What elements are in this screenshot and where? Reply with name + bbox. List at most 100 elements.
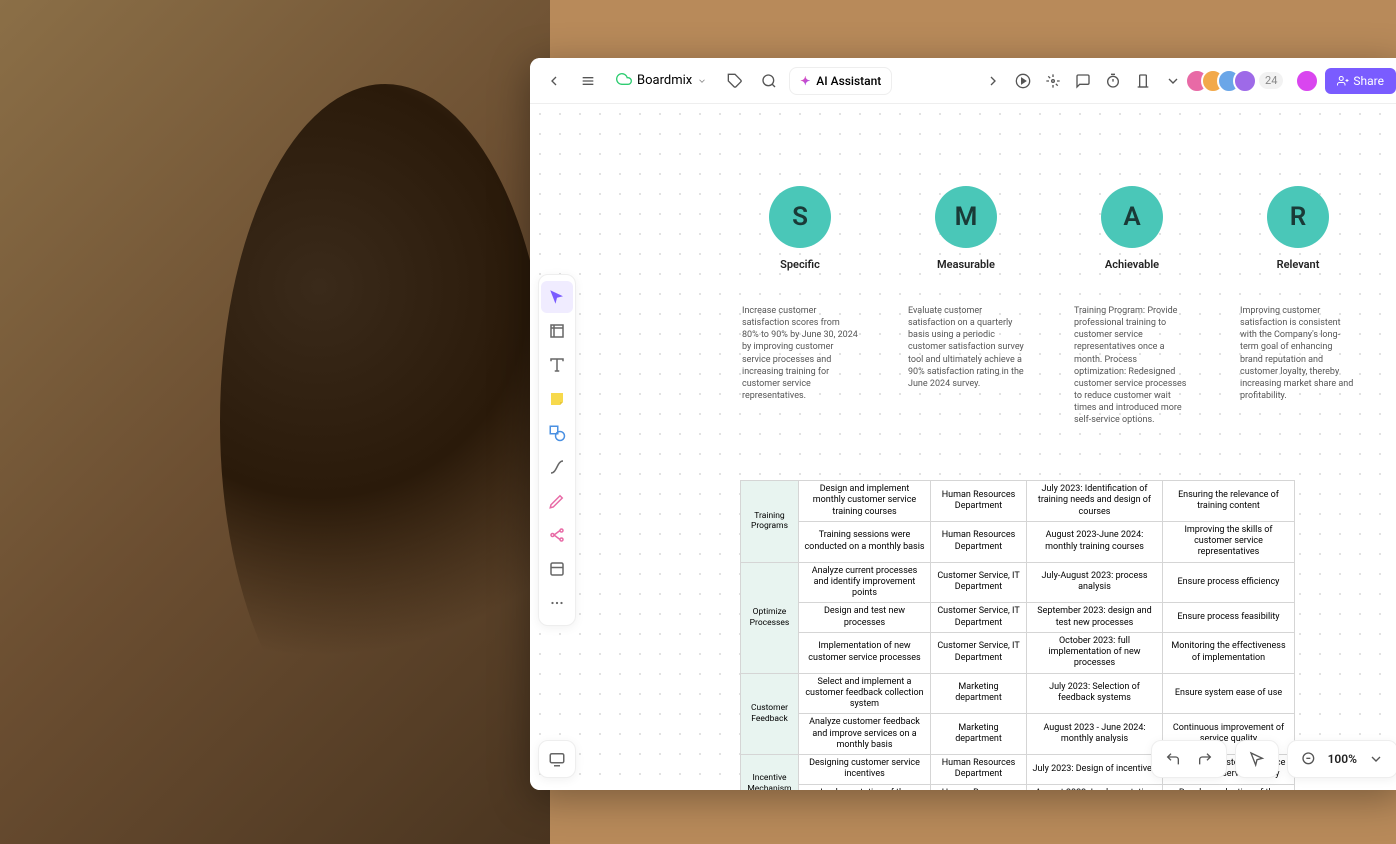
table-cell: Customer Service, IT Department — [931, 632, 1027, 673]
table-cell: Training sessions were conducted on a mo… — [799, 521, 931, 562]
table-row[interactable]: Training ProgramsDesign and implement mo… — [741, 481, 1295, 522]
smart-column[interactable]: RRelevantImproving customer satisfaction… — [1240, 186, 1356, 426]
sticky-note-tool[interactable] — [541, 383, 573, 415]
bottom-controls: 100% — [1151, 740, 1396, 778]
table-row[interactable]: Design and test new processesCustomer Se… — [741, 603, 1295, 633]
chevron-down-icon — [697, 76, 707, 86]
table-cell: Human Resources Department — [931, 521, 1027, 562]
smart-description: Evaluate customer satisfaction on a quar… — [908, 305, 1024, 390]
tag-button[interactable] — [721, 67, 749, 95]
table-cell: August 2023: Implementation of the incen… — [1027, 784, 1163, 790]
table-row[interactable]: Optimize ProcessesAnalyze current proces… — [741, 562, 1295, 603]
smart-goals-row: S Specific Increase customer satisfaction … — [742, 186, 1396, 426]
table-cell: Ensure system ease of use — [1163, 673, 1295, 714]
table-cell: Design and test new processes — [799, 603, 931, 633]
table-cell: Analyze current processes and identify i… — [799, 562, 931, 603]
table-cell: Customer Service, IT Department — [931, 562, 1027, 603]
text-tool[interactable] — [541, 349, 573, 381]
table-cell: Regular evaluation of the effectiveness … — [1163, 784, 1295, 790]
connector-tool[interactable] — [541, 451, 573, 483]
table-cell: Ensure process feasibility — [1163, 603, 1295, 633]
more-tools-button[interactable] — [1159, 67, 1187, 95]
table-cell: Human Resources Department — [931, 784, 1027, 790]
comment-button[interactable] — [1069, 67, 1097, 95]
table-row[interactable]: Implementation of the incentive schemeHu… — [741, 784, 1295, 790]
mindmap-tool[interactable] — [541, 519, 573, 551]
smart-label: Measurable — [937, 258, 995, 271]
table-cell: July 2023: Design of incentives — [1027, 755, 1163, 785]
smart-letter-circle: A — [1101, 186, 1163, 248]
app-window: Boardmix ✦ AI Assistant — [530, 58, 1396, 790]
table-cell: Analyze customer feedback and improve se… — [799, 714, 931, 755]
smart-description: Increase customer satisfaction scores fr… — [742, 305, 858, 402]
left-toolbar — [538, 274, 576, 626]
smart-letter-circle: R — [1267, 186, 1329, 248]
smart-column[interactable]: AAchievableTraining Program: Provide pro… — [1074, 186, 1190, 426]
undo-button[interactable] — [1160, 746, 1186, 772]
table-cell: Implementation of new customer service p… — [799, 632, 931, 673]
ai-assistant-label: AI Assistant — [816, 74, 881, 88]
table-cell: Marketing department — [931, 673, 1027, 714]
file-name-chip[interactable]: Boardmix — [608, 67, 715, 95]
table-cell: July 2023: Selection of feedback systems — [1027, 673, 1163, 714]
smart-description: Training Program: Provide professional t… — [1074, 305, 1190, 426]
frame-tool[interactable] — [541, 315, 573, 347]
back-button[interactable] — [540, 67, 568, 95]
more-tools[interactable] — [541, 587, 573, 619]
table-cell: Improving the skills of customer service… — [1163, 521, 1295, 562]
avatar-count: 24 — [1259, 72, 1283, 89]
table-cell: Designing customer service incentives — [799, 755, 931, 785]
cursor-mode-button[interactable] — [1244, 746, 1270, 772]
zoom-menu-button[interactable] — [1363, 746, 1389, 772]
table-category-cell: Customer Feedback — [741, 673, 799, 755]
search-button[interactable] — [755, 67, 783, 95]
table-cell: Design and implement monthly customer se… — [799, 481, 931, 522]
table-cell: Select and implement a customer feedback… — [799, 673, 931, 714]
table-cell: Ensure process efficiency — [1163, 562, 1295, 603]
expand-button[interactable] — [979, 67, 1007, 95]
table-cell: July-August 2023: process analysis — [1027, 562, 1163, 603]
table-category-cell: Incentive Mechanism — [741, 755, 799, 791]
table-cell: Ensuring the relevance of training conte… — [1163, 481, 1295, 522]
smart-column[interactable]: S Specific Increase customer satisfaction … — [742, 186, 858, 426]
table-category-cell: Optimize Processes — [741, 562, 799, 673]
file-name-label: Boardmix — [637, 73, 692, 88]
smart-letter-circle: M — [935, 186, 997, 248]
vote-button[interactable] — [1129, 67, 1157, 95]
background-photo — [0, 0, 550, 844]
ai-assistant-button[interactable]: ✦ AI Assistant — [789, 67, 892, 95]
smart-label: Relevant — [1277, 258, 1320, 271]
redo-button[interactable] — [1192, 746, 1218, 772]
table-cell: Human Resources Department — [931, 481, 1027, 522]
select-tool[interactable] — [541, 281, 573, 313]
current-user-avatar[interactable] — [1295, 69, 1319, 93]
smart-column[interactable]: M Measurable Evaluate customer satisfactio… — [908, 186, 1024, 426]
table-cell: July 2023: Identification of training ne… — [1027, 481, 1163, 522]
canvas[interactable]: S Specific Increase customer satisfaction … — [530, 104, 1396, 790]
table-row[interactable]: Training sessions were conducted on a mo… — [741, 521, 1295, 562]
table-row[interactable]: Implementation of new customer service p… — [741, 632, 1295, 673]
table-cell: August 2023 - June 2024: monthly analysi… — [1027, 714, 1163, 755]
share-icon — [1337, 75, 1349, 87]
template-tool[interactable] — [541, 553, 573, 585]
smart-label: Specific — [780, 258, 820, 271]
play-button[interactable] — [1009, 67, 1037, 95]
table-row[interactable]: Customer FeedbackSelect and implement a … — [741, 673, 1295, 714]
table-cell: Implementation of the incentive scheme — [799, 784, 931, 790]
shape-tool[interactable] — [541, 417, 573, 449]
topbar-right-tools — [979, 67, 1187, 95]
table-cell: Marketing department — [931, 714, 1027, 755]
timer-button[interactable] — [1099, 67, 1127, 95]
collaborator-avatars[interactable]: 24 — [1193, 69, 1283, 93]
smart-letter-circle: S — [769, 186, 831, 248]
zoom-out-button[interactable] — [1296, 746, 1322, 772]
menu-button[interactable] — [574, 67, 602, 95]
pen-tool[interactable] — [541, 485, 573, 517]
presentation-button[interactable] — [538, 740, 576, 778]
share-button[interactable]: Share — [1325, 68, 1396, 94]
table-cell: Human Resources Department — [931, 755, 1027, 785]
table-category-cell: Training Programs — [741, 481, 799, 563]
table-cell: August 2023-June 2024: monthly training … — [1027, 521, 1163, 562]
celebrate-button[interactable] — [1039, 67, 1067, 95]
table-cell: Customer Service, IT Department — [931, 603, 1027, 633]
